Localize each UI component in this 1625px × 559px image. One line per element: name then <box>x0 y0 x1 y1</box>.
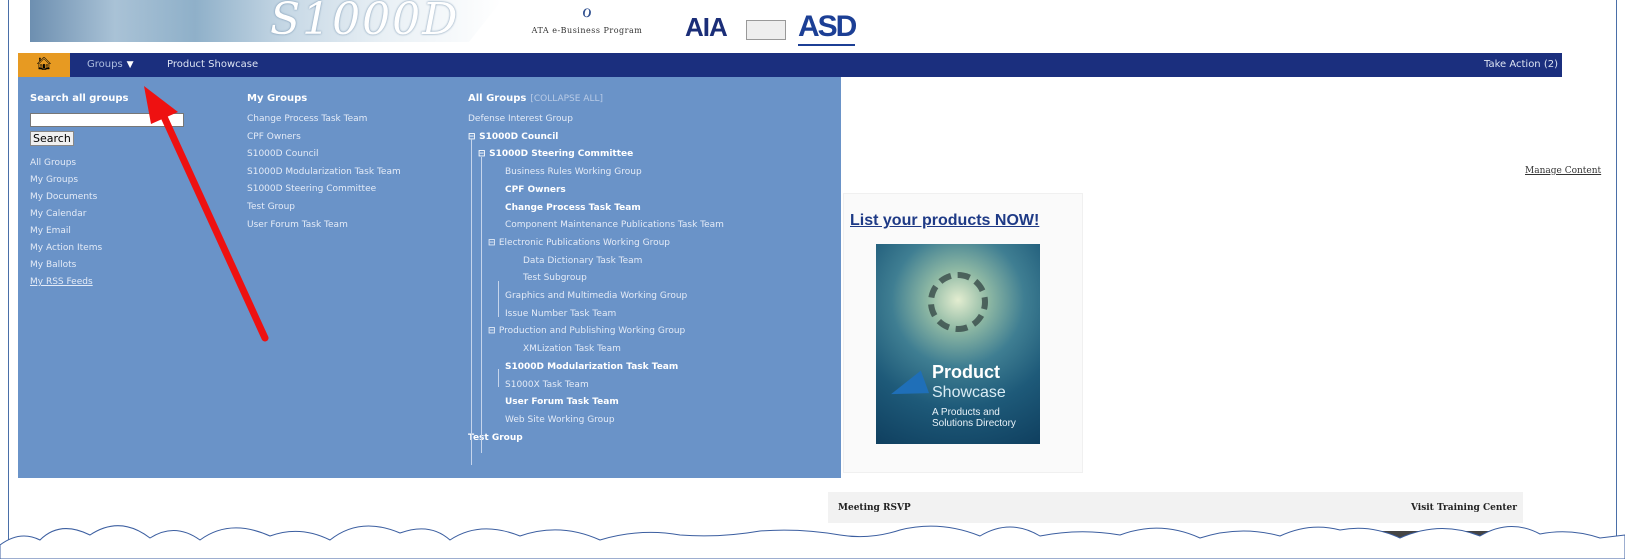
product-showcase-promo: List your products NOW! Product Showcase… <box>843 193 1083 473</box>
promo-image-title: Product <box>932 362 1001 382</box>
meeting-rsvp-bar: Meeting RSVP Visit Training Center <box>828 492 1523 523</box>
my-group-item[interactable]: Test Group <box>247 199 457 217</box>
tree-item[interactable]: CPF Owners <box>468 182 838 200</box>
tree-item[interactable]: Issue Number Task Team <box>468 306 838 324</box>
tree-item[interactable]: S1000D Modularization Task Team <box>468 359 838 377</box>
quick-link-all-groups[interactable]: All Groups <box>30 155 220 172</box>
tree-item[interactable]: Change Process Task Team <box>468 200 838 218</box>
quick-links: All Groups My Groups My Documents My Cal… <box>30 155 220 291</box>
groups-dropdown-panel: Search all groups Search All Groups My G… <box>18 77 841 478</box>
all-groups-column: All Groups [COLLAPSE ALL] Defense Interes… <box>468 93 838 465</box>
my-groups-column: My Groups Change Process Task Team CPF O… <box>247 93 457 234</box>
aia-logo: AIA <box>685 12 728 42</box>
take-action-link[interactable]: Take Action (2) <box>1484 53 1558 77</box>
meeting-rsvp-title: Meeting RSVP <box>838 503 911 513</box>
gear-graphic-icon <box>928 272 988 332</box>
tree-item[interactable]: ⊟ Production and Publishing Working Grou… <box>468 323 838 341</box>
search-heading: Search all groups <box>30 93 129 104</box>
site-banner: S1000D ℴ ATA e-Business Program AIA ASD <box>20 0 1560 52</box>
search-column: Search all groups Search All Groups My G… <box>30 93 220 291</box>
my-group-item[interactable]: S1000D Council <box>247 146 457 164</box>
quick-link-my-action-items[interactable]: My Action Items <box>30 240 220 257</box>
ata-logo-text: ATA e-Business Program <box>531 26 643 35</box>
tree-item[interactable]: User Forum Task Team <box>468 394 838 412</box>
quick-link-my-ballots[interactable]: My Ballots <box>30 257 220 274</box>
quick-link-my-groups[interactable]: My Groups <box>30 172 220 189</box>
swoosh-graphic-icon <box>886 370 930 406</box>
groups-tree: Defense Interest Group ⊟ S1000D Council … <box>468 111 838 465</box>
main-navbar: 🏠︎ Groups ▼ Product Showcase Take Action … <box>18 53 1562 77</box>
my-group-item[interactable]: S1000D Modularization Task Team <box>247 164 457 182</box>
tree-item[interactable]: Business Rules Working Group <box>468 164 838 182</box>
tree-item[interactable]: Data Dictionary Task Team <box>468 253 838 271</box>
quick-link-my-calendar[interactable]: My Calendar <box>30 206 220 223</box>
groups-menu-label: Groups <box>87 59 123 70</box>
collapse-toggle-icon[interactable]: ⊟ <box>488 235 496 253</box>
collapse-toggle-icon[interactable]: ⊟ <box>488 323 496 341</box>
caret-down-icon: ▼ <box>126 60 134 70</box>
ata-swirl-icon: ℴ <box>581 0 593 23</box>
tree-item[interactable]: ⊟ S1000D Steering Committee <box>468 146 838 164</box>
banner-title: S1000D <box>270 0 460 45</box>
all-groups-heading: All Groups [COLLAPSE ALL] <box>468 93 838 104</box>
my-groups-heading: My Groups <box>247 93 308 104</box>
my-group-item[interactable]: Change Process Task Team <box>247 111 457 129</box>
collapse-toggle-icon[interactable]: ⊟ <box>468 129 476 147</box>
aia-logo-box <box>746 20 786 40</box>
tree-item[interactable]: Graphics and Multimedia Working Group <box>468 288 838 306</box>
tree-item[interactable]: XMLization Task Team <box>468 341 838 359</box>
ata-logo: ℴ ATA e-Business Program <box>512 0 662 46</box>
tree-item[interactable]: Test Subgroup <box>468 270 838 288</box>
tree-item[interactable]: S1000X Task Team <box>468 377 838 395</box>
collapse-all-link[interactable]: [COLLAPSE ALL] <box>530 94 603 104</box>
rsvp-row-fragment <box>1295 531 1495 539</box>
group-search-input[interactable] <box>30 113 184 127</box>
all-groups-title: All Groups <box>468 93 527 104</box>
tree-item[interactable]: Test Group <box>468 430 838 448</box>
tree-item[interactable]: ⊟ S1000D Council <box>468 129 838 147</box>
asd-logo: ASD <box>798 10 857 46</box>
search-button[interactable]: Search <box>30 131 74 146</box>
tree-item[interactable]: Component Maintenance Publications Task … <box>468 217 838 235</box>
tree-item[interactable]: Defense Interest Group <box>468 111 838 129</box>
quick-link-my-rss-feeds[interactable]: My RSS Feeds <box>30 274 220 291</box>
collapse-toggle-icon[interactable]: ⊟ <box>478 146 486 164</box>
home-icon: 🏠︎ <box>35 57 53 72</box>
promo-title-link[interactable]: List your products NOW! <box>850 212 1039 230</box>
promo-image-subtitle: Showcase <box>932 384 1006 401</box>
promo-image-caption: A Products and Solutions Directory <box>932 407 1016 429</box>
product-showcase-link[interactable]: Product Showcase <box>167 53 258 77</box>
quick-link-my-documents[interactable]: My Documents <box>30 189 220 206</box>
home-button[interactable]: 🏠︎ <box>18 53 70 77</box>
my-group-item[interactable]: S1000D Steering Committee <box>247 181 457 199</box>
product-showcase-image[interactable]: Product Showcase A Products and Solutions… <box>876 244 1040 444</box>
my-group-item[interactable]: CPF Owners <box>247 129 457 147</box>
tree-item[interactable]: Web Site Working Group <box>468 412 838 430</box>
tree-item[interactable]: ⊟ Electronic Publications Working Group <box>468 235 838 253</box>
quick-link-my-email[interactable]: My Email <box>30 223 220 240</box>
groups-menu-button[interactable]: Groups ▼ <box>70 53 156 77</box>
training-center-link[interactable]: Visit Training Center <box>1411 503 1517 513</box>
manage-content-link[interactable]: Manage Content <box>1525 166 1601 176</box>
my-group-item[interactable]: User Forum Task Team <box>247 217 457 235</box>
